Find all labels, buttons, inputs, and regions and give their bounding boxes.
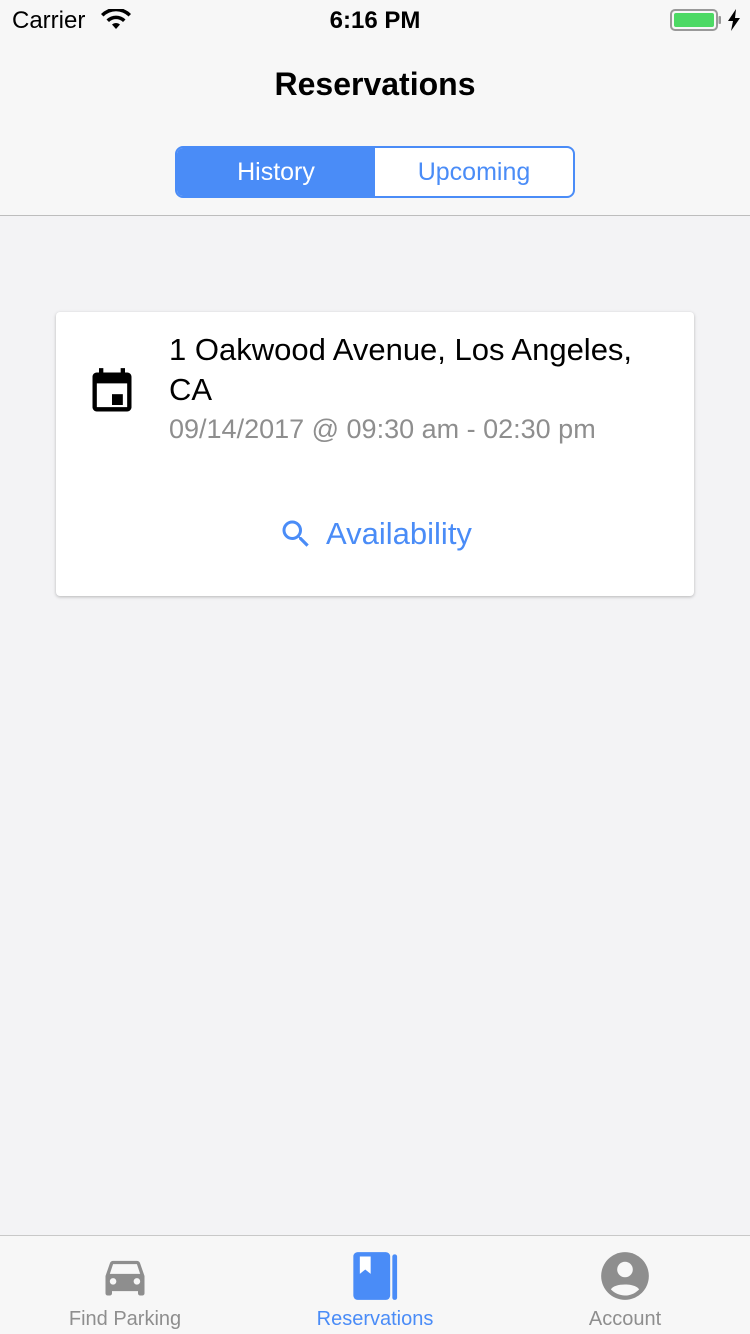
availability-button[interactable]: Availability [56,510,694,558]
tab-label-account: Account [588,1308,662,1330]
navigation-header: Reservations History Upcoming [0,40,750,216]
tab-reservations[interactable]: Reservations [250,1236,500,1334]
clock: 6:16 PM [329,7,421,34]
segmented-control: History Upcoming [175,146,575,198]
segment-history[interactable]: History [177,148,375,196]
charging-bolt-icon [728,9,740,31]
reservations-screen: Carrier 6:16 PM Reservations History Upc… [0,0,750,1334]
account-circle-icon [601,1252,649,1300]
reservation-card[interactable]: 1 Oakwood Avenue, Los Angeles, CA 09/14/… [56,312,694,596]
calendar-icon [92,368,132,412]
segment-upcoming[interactable]: Upcoming [375,148,573,196]
reservation-address: 1 Oakwood Avenue, Los Angeles, CA [169,332,633,407]
tab-find-parking[interactable]: Find Parking [0,1236,250,1334]
tab-label-reservations: Reservations [316,1308,434,1330]
page-title: Reservations [274,66,476,102]
battery-icon [670,9,721,31]
availability-label: Availability [326,516,472,551]
car-icon [105,1260,145,1296]
search-icon [282,520,309,547]
tab-label-find-parking: Find Parking [68,1308,182,1330]
book-icon [353,1252,398,1300]
tab-bar: Find Parking Reservations Account [0,1235,750,1334]
status-bar: Carrier 6:16 PM [0,0,750,40]
tab-account[interactable]: Account [500,1236,750,1334]
reservation-datetime: 09/14/2017 @ 09:30 am - 02:30 pm [169,414,596,444]
